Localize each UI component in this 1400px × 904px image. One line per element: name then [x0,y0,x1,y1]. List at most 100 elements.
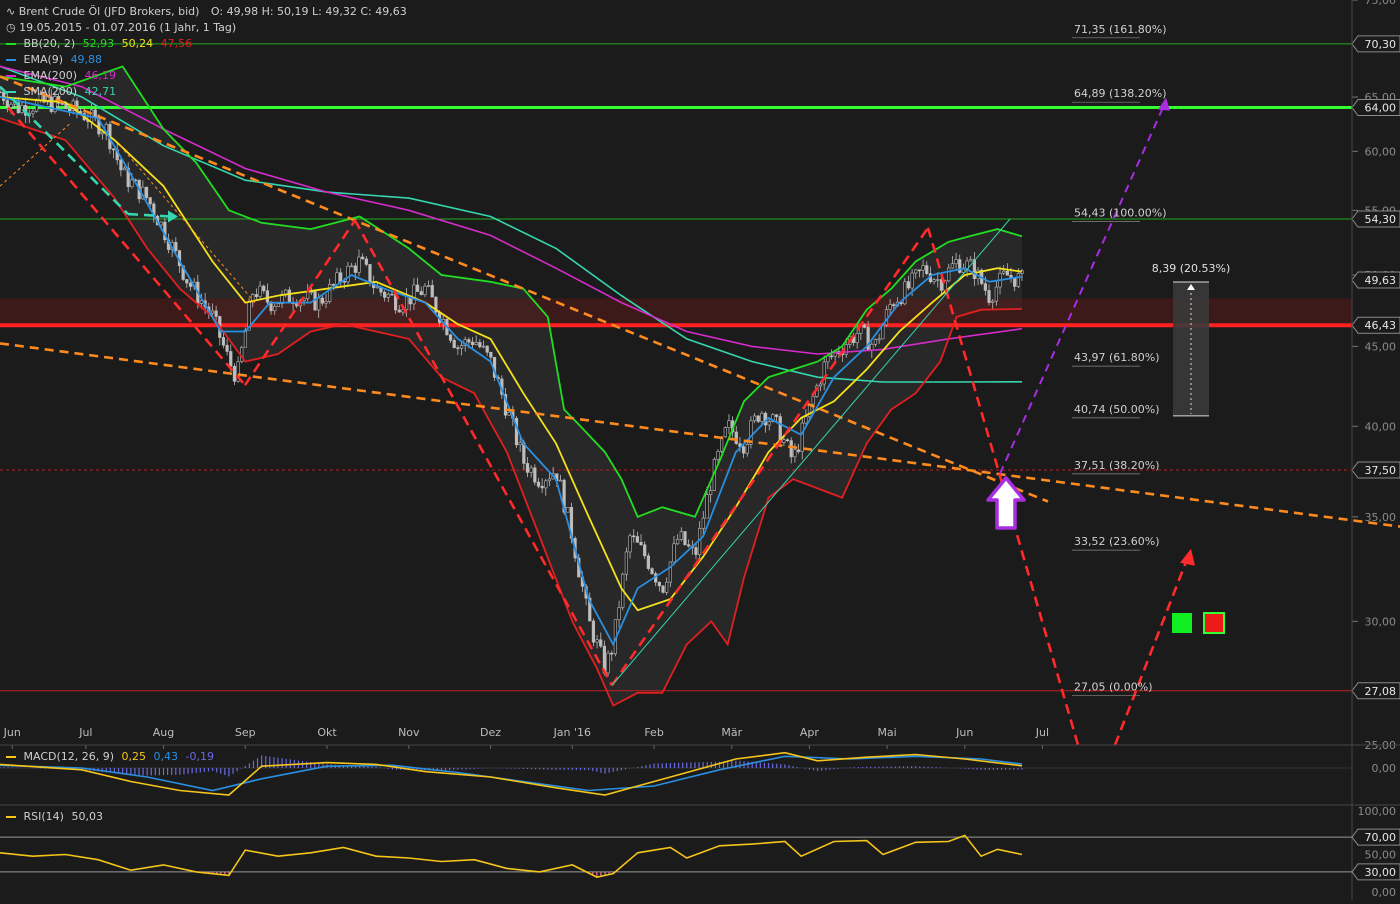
candle-body [811,396,815,405]
chart-title-row: ∿ Brent Crude Öl (JFD Brokers, bid) O: 4… [6,4,407,20]
price-tag-0: 70,30 [1365,38,1397,51]
candle-body [276,303,280,307]
candle-body [679,531,683,540]
candle-body [716,451,720,460]
x-tick-label-8: Feb [644,726,663,739]
candle-body [873,339,878,345]
macd-label: MACD(12, 26, 9) [23,750,115,763]
candle-body [544,480,548,489]
candle-body [159,221,163,226]
candle-body [687,544,691,547]
candle-body [727,420,731,428]
candle-body [320,297,324,304]
candle-body [734,431,738,444]
candle-body [324,301,328,304]
macd-legend[interactable]: MACD(12, 26, 9) 0,25 0,43 -0,19 [6,749,214,765]
candle-body [489,351,493,358]
candle-body [243,329,248,348]
candle-body [947,267,951,282]
fib-label-1: 64,89 (138.20%) [1074,87,1167,100]
candle-body [67,108,72,112]
fib-label-6: 33,52 (23.60%) [1074,535,1160,548]
candle-body [785,439,790,442]
indicator-sma200[interactable]: SMA(200) 42,71 [6,84,116,100]
rsi-label: RSI(14) [23,810,64,823]
candle-body [591,620,596,643]
candle-body [694,547,698,555]
candle-body [185,279,189,284]
indicator-bb[interactable]: BB(20, 2) 52,93 50,24 47,56 [6,36,192,52]
candle-body [701,517,705,529]
candle-body [375,286,379,289]
bb-swatch [6,43,16,45]
x-tick-label-0: Jun [3,726,21,739]
bb-middle-value: 50,24 [121,37,154,50]
candle-body [639,542,643,546]
candle-body [5,100,9,108]
x-tick-label-2: Aug [153,726,174,739]
indicator-ema9[interactable]: EMA(9) 49,88 [6,52,102,68]
candle-body [423,285,427,296]
macd-hist-value: -0,19 [185,750,215,763]
candle-body [994,286,998,302]
ema9-value: 49,88 [70,53,103,66]
candle-body [481,345,486,348]
candle-body [346,265,350,283]
candle-body [617,607,621,621]
chart-title: Brent Crude Öl (JFD Brokers, bid) [18,5,200,18]
rsi-legend[interactable]: RSI(14) 50,03 [6,809,103,825]
date-range-row: ◷ 19.05.2015 - 01.07.2016 (1 Jahr, 1 Tag… [6,20,236,36]
x-tick-label-13: Jul [1035,726,1049,739]
candle-body [419,291,423,296]
candle-body [386,293,390,298]
candle-body [474,342,478,345]
candle-body [774,414,779,417]
candle-body [782,439,786,443]
candle-body [353,265,357,273]
candle-body [350,265,354,268]
candle-body [676,539,680,545]
candle-body [383,291,387,298]
rsi-swatch [6,816,16,818]
candle-body [914,269,918,274]
candle-body [9,103,13,108]
candle-body [214,310,218,317]
candle-body [862,324,867,328]
sma200-value: 42,71 [84,85,117,98]
candle-body [665,581,669,593]
candle-body [925,265,929,274]
candle-body [536,481,541,487]
rsi-y-tick-4: 0,00 [1372,886,1397,899]
macd-value: 0,25 [121,750,147,763]
fib-label-2: 54,43 (100.00%) [1074,206,1167,219]
candle-body [397,309,401,313]
candle-body [796,449,801,452]
ema200-value: 46,19 [84,69,117,82]
candle-body [368,264,372,284]
candle-body [258,285,262,297]
rsi-y-tick-0: 100,00 [1358,805,1397,818]
candle-body [742,446,746,454]
candle-body [1009,274,1013,278]
candle-body [818,383,823,387]
candle-body [661,585,665,593]
candle-body [456,347,460,349]
candle-body [188,282,193,287]
fib-label-0: 71,35 (161.80%) [1074,23,1167,36]
candle-body [335,272,339,285]
candle-body [1002,270,1006,274]
candle-body [599,639,603,647]
ema9-label: EMA(9) [23,53,64,66]
candle-body [547,478,552,482]
candle-body [485,345,489,353]
x-tick-label-4: Okt [317,726,337,739]
indicator-ema200[interactable]: EMA(200) 46,19 [6,68,116,84]
ema200-label: EMA(200) [23,69,78,82]
x-tick-label-6: Dez [480,726,501,739]
candle-body [958,259,962,273]
candle-body [932,279,936,283]
candle-body [540,485,544,489]
candle-body [760,412,764,422]
rsi-y-tick-1: 70,00 [1365,831,1397,844]
candle-body [430,285,434,298]
